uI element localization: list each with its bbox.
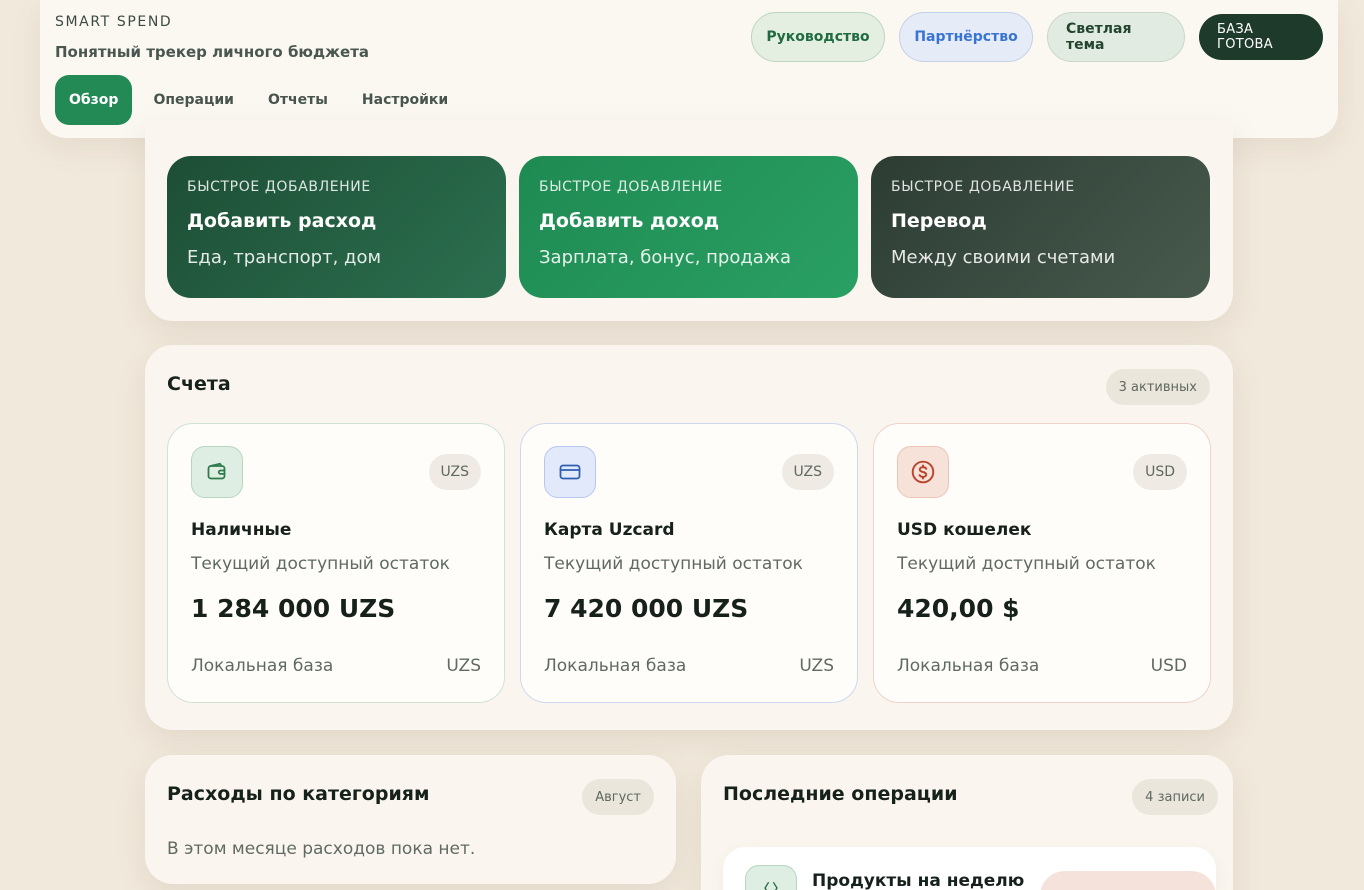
account-balance: 1 284 000 UZS [191, 594, 396, 623]
quick-add-panel: БЫСТРОЕ ДОБАВЛЕНИЕ Добавить расход Еда, … [145, 120, 1233, 321]
categories-panel: Расходы по категориям Август В этом меся… [145, 755, 676, 884]
nav-settings[interactable]: Настройки [345, 75, 465, 125]
account-footer: Локальная база USD [897, 656, 1187, 676]
quick-card-label: БЫСТРОЕ ДОБАВЛЕНИЕ [891, 179, 1075, 195]
account-name: Карта Uzcard [544, 520, 675, 540]
account-description: Текущий доступный остаток [544, 554, 803, 574]
account-balance: 7 420 000 UZS [544, 594, 749, 623]
account-source: Локальная база [191, 656, 334, 676]
brand-name: SMART SPEND [55, 14, 173, 30]
account-footer-currency: UZS [799, 656, 834, 676]
nav-overview[interactable]: Обзор [55, 75, 133, 125]
account-currency-badge: UZS [428, 454, 481, 490]
account-source: Локальная база [897, 656, 1040, 676]
account-name: Наличные [191, 520, 292, 540]
db-status-badge: БАЗА ГОТОВА [1199, 14, 1323, 60]
operation-row[interactable]: Продукты на неделю [723, 847, 1216, 890]
quick-transfer-card[interactable]: БЫСТРОЕ ДОБАВЛЕНИЕ Перевод Между своими … [871, 156, 1210, 298]
quick-add-income-card[interactable]: БЫСТРОЕ ДОБАВЛЕНИЕ Добавить доход Зарпла… [519, 156, 858, 298]
operations-count-badge: 4 записи [1132, 779, 1218, 815]
app-header: SMART SPEND Понятный трекер личного бюдж… [40, 0, 1338, 138]
quick-card-label: БЫСТРОЕ ДОБАВЛЕНИЕ [187, 179, 371, 195]
tag-icon [745, 865, 797, 890]
accounts-title: Счета [167, 373, 231, 395]
account-footer-currency: UZS [446, 656, 481, 676]
account-name: USD кошелек [897, 520, 1032, 540]
quick-add-expense-card[interactable]: БЫСТРОЕ ДОБАВЛЕНИЕ Добавить расход Еда, … [167, 156, 506, 298]
account-card-usd[interactable]: USD USD кошелек Текущий доступный остато… [873, 423, 1211, 703]
account-balance: 420,00 $ [897, 594, 1020, 623]
account-description: Текущий доступный остаток [191, 554, 450, 574]
accounts-count-badge: 3 активных [1105, 369, 1210, 405]
account-currency-badge: UZS [781, 454, 834, 490]
operations-title: Последние операции [723, 783, 958, 805]
account-footer: Локальная база UZS [191, 656, 481, 676]
quick-card-title: Добавить доход [539, 210, 720, 232]
quick-card-subtitle: Зарплата, бонус, продажа [539, 247, 792, 268]
wallet-icon [191, 446, 243, 498]
account-card-cash[interactable]: UZS Наличные Текущий доступный остаток 1… [167, 423, 505, 703]
account-footer: Локальная база UZS [544, 656, 834, 676]
quick-card-subtitle: Еда, транспорт, дом [187, 247, 382, 268]
account-description: Текущий доступный остаток [897, 554, 1156, 574]
quick-card-subtitle: Между своими счетами [891, 247, 1116, 268]
quick-card-title: Добавить расход [187, 210, 377, 232]
theme-toggle-button[interactable]: Светлая тема [1047, 12, 1185, 62]
card-icon [544, 446, 596, 498]
account-card-uzcard[interactable]: UZS Карта Uzcard Текущий доступный остат… [520, 423, 858, 703]
categories-title: Расходы по категориям [167, 783, 430, 805]
quick-card-label: БЫСТРОЕ ДОБАВЛЕНИЕ [539, 179, 723, 195]
partnership-button[interactable]: Партнёрство [899, 12, 1033, 62]
dollar-icon [897, 446, 949, 498]
quick-card-title: Перевод [891, 210, 987, 232]
nav-reports[interactable]: Отчеты [251, 75, 345, 125]
account-footer-currency: USD [1150, 656, 1187, 676]
account-currency-badge: USD [1133, 454, 1187, 490]
main-nav: Обзор Операции Отчеты Настройки [55, 75, 465, 125]
header-actions: Руководство Партнёрство Светлая тема БАЗ… [751, 12, 1323, 62]
nav-operations[interactable]: Операции [136, 75, 251, 125]
accounts-panel: Счета 3 активных UZS Наличные Текущий до… [145, 345, 1233, 730]
categories-empty-state: В этом месяце расходов пока нет. [167, 839, 476, 859]
operation-amount-pill [1040, 871, 1216, 890]
account-source: Локальная база [544, 656, 687, 676]
month-badge[interactable]: Август [582, 779, 654, 815]
guide-button[interactable]: Руководство [751, 12, 885, 62]
brand-tagline: Понятный трекер личного бюджета [55, 43, 370, 61]
recent-operations-panel: Последние операции 4 записи Продукты на … [701, 755, 1233, 890]
operation-title: Продукты на неделю [812, 871, 1025, 890]
